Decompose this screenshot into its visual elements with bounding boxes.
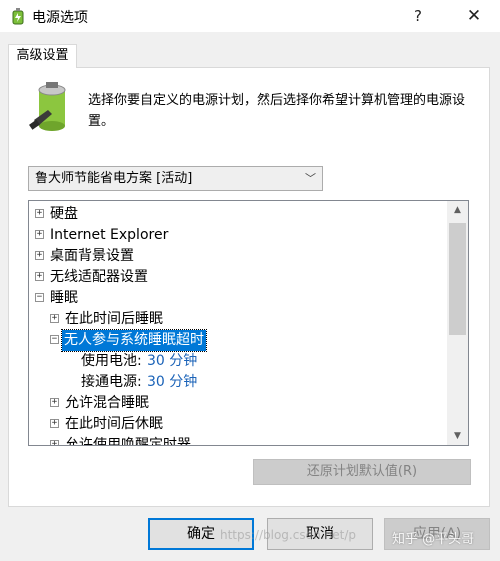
- power-plan-value: 鲁大师节能省电方案 [活动]: [35, 171, 193, 186]
- window-title: 电源选项: [32, 10, 88, 26]
- expand-icon[interactable]: +: [50, 398, 59, 407]
- watermark-url: https://blog.csdn.net/p: [220, 528, 356, 542]
- setting-label: 使用电池:: [81, 353, 142, 369]
- restore-defaults-button[interactable]: 还原计划默认值(R): [253, 459, 471, 485]
- tree-item-label-selected: 无人参与系统睡眠超时: [61, 329, 207, 352]
- scroll-down-icon[interactable]: ▼: [447, 427, 468, 445]
- tree-item-label: 桌面背景设置: [50, 248, 134, 264]
- expand-icon[interactable]: +: [35, 209, 44, 218]
- tree-item-label: 无线适配器设置: [50, 269, 148, 285]
- collapse-icon[interactable]: −: [50, 335, 59, 344]
- tree-item-label: 在此时间后睡眠: [65, 311, 163, 327]
- help-button[interactable]: ?: [400, 0, 436, 32]
- setting-value-link[interactable]: 30 分钟: [147, 351, 197, 372]
- setting-label: 接通电源:: [81, 374, 142, 390]
- watermark-author: 知乎 @平头哥: [392, 532, 475, 547]
- tree-item-label: 硬盘: [50, 206, 78, 222]
- tree-item-label: 允许使用唤醒定时器: [65, 437, 191, 446]
- expand-icon[interactable]: +: [35, 230, 44, 239]
- expand-icon[interactable]: +: [50, 419, 59, 428]
- tree-item-label: Internet Explorer: [50, 227, 169, 243]
- expand-icon[interactable]: +: [35, 251, 44, 260]
- tab-advanced-settings[interactable]: 高级设置: [8, 44, 77, 68]
- scroll-up-icon[interactable]: ▲: [447, 201, 468, 219]
- power-options-icon: [12, 8, 24, 25]
- power-plan-select[interactable]: 鲁大师节能省电方案 [活动] ﹀: [28, 166, 323, 191]
- collapse-icon[interactable]: −: [35, 293, 44, 302]
- setting-value-link[interactable]: 30 分钟: [147, 372, 197, 393]
- close-button[interactable]: ✕: [456, 0, 492, 32]
- tree-item-label: 在此时间后休眠: [65, 416, 163, 432]
- chevron-down-icon: ﹀: [305, 172, 316, 185]
- title-bar: 电源选项 ? ✕: [0, 0, 500, 32]
- tree-item-label: 允许混合睡眠: [65, 395, 149, 411]
- vertical-scrollbar[interactable]: ▲ ▼: [447, 201, 468, 445]
- tree-item-label: 睡眠: [50, 290, 78, 306]
- expand-icon[interactable]: +: [35, 272, 44, 281]
- description-text: 选择你要自定义的电源计划，然后选择你希望计算机管理的电源设置。: [88, 93, 466, 129]
- scroll-thumb[interactable]: [449, 223, 466, 335]
- expand-icon[interactable]: +: [50, 314, 59, 323]
- battery-plug-icon: [29, 82, 66, 131]
- settings-tree[interactable]: + 硬盘 + Internet Explorer + 桌面背景设置 + 无线适配…: [28, 200, 469, 446]
- expand-icon[interactable]: +: [50, 440, 59, 445]
